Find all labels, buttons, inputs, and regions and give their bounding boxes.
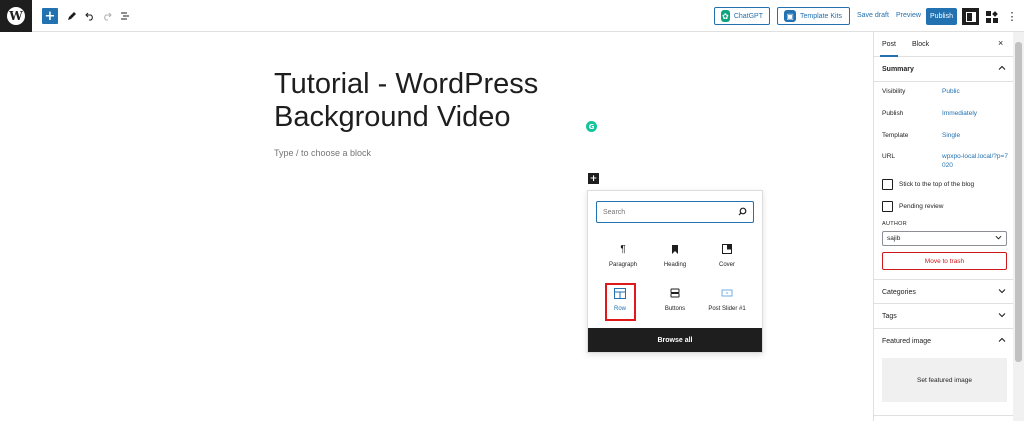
- block-label: Paragraph: [608, 262, 638, 268]
- sidebar-scrollbar[interactable]: [1013, 32, 1024, 421]
- wordpress-logo-icon: W: [7, 7, 25, 25]
- template-kits-icon: ▣: [784, 10, 796, 22]
- block-label: Post Slider #1: [708, 306, 746, 312]
- template-label: Template: [882, 132, 909, 139]
- tab-block[interactable]: Block: [912, 41, 929, 48]
- chevron-up-icon: [998, 336, 1006, 346]
- grammarly-icon[interactable]: G: [586, 121, 597, 132]
- preview-button[interactable]: Preview: [896, 12, 921, 19]
- search-placeholder: Search: [603, 208, 626, 216]
- editor-top-bar: W + ✿ ChatGPT ▣ Template Kits Save draft…: [0, 0, 1024, 32]
- sidebar-tabs: Post Block ×: [874, 32, 1014, 57]
- summary-title: Summary: [882, 66, 914, 73]
- search-icon: [738, 207, 747, 218]
- post-slider-icon: [721, 286, 733, 300]
- tags-panel-header[interactable]: Tags: [874, 304, 1014, 329]
- cover-icon: [722, 242, 732, 256]
- chevron-down-icon: [995, 234, 1002, 243]
- publish-label: Publish: [882, 110, 904, 117]
- publish-value[interactable]: Immediately: [942, 109, 977, 118]
- chevron-up-icon: [998, 64, 1006, 74]
- settings-sidebar: Post Block × Summary Visibility Public P…: [873, 32, 1014, 421]
- url-value[interactable]: wpxpo-local.local/?p=7020: [942, 152, 1010, 170]
- browse-all-button[interactable]: Browse all: [588, 328, 762, 352]
- buttons-icon: [670, 286, 680, 300]
- save-draft-button[interactable]: Save draft: [857, 12, 889, 19]
- block-label: Buttons: [664, 306, 686, 312]
- post-title[interactable]: Tutorial - WordPress Background Video: [274, 68, 594, 134]
- block-post-slider[interactable]: Post Slider #1: [701, 279, 753, 323]
- list-view-icon[interactable]: [117, 8, 133, 24]
- block-cover[interactable]: Cover: [701, 235, 753, 279]
- author-select[interactable]: sajib: [882, 231, 1007, 246]
- divider: [874, 415, 1014, 416]
- author-label: AUTHOR: [882, 221, 908, 227]
- chevron-down-icon: [998, 287, 1006, 297]
- template-kits-button[interactable]: ▣ Template Kits: [777, 7, 850, 25]
- paragraph-icon: ¶: [620, 243, 626, 255]
- featured-image-title: Featured image: [882, 338, 932, 345]
- chatgpt-button[interactable]: ✿ ChatGPT: [714, 7, 770, 25]
- sidebar-toggle-icon: [965, 11, 976, 22]
- visibility-value[interactable]: Public: [942, 87, 960, 96]
- pending-review-label: Pending review: [899, 203, 944, 210]
- add-block-button[interactable]: +: [42, 8, 58, 24]
- stick-to-top-checkbox[interactable]: [882, 179, 893, 190]
- wordpress-logo-button[interactable]: W: [0, 0, 32, 32]
- undo-icon[interactable]: [82, 8, 98, 24]
- block-buttons[interactable]: Buttons: [649, 279, 701, 323]
- close-icon[interactable]: ×: [998, 38, 1003, 48]
- plugin-menu-button[interactable]: [983, 8, 1000, 25]
- template-kits-label: Template Kits: [800, 12, 843, 20]
- heading-bookmark-icon: [671, 242, 679, 256]
- block-search-input[interactable]: Search: [596, 201, 754, 223]
- publish-button[interactable]: Publish: [926, 8, 957, 25]
- tab-post[interactable]: Post: [879, 41, 899, 57]
- categories-title: Categories: [882, 289, 916, 296]
- categories-panel-header[interactable]: Categories: [874, 279, 1014, 304]
- summary-panel-header[interactable]: Summary: [874, 57, 1014, 82]
- tools-pencil-icon[interactable]: [64, 8, 80, 24]
- author-value: sajib: [887, 235, 901, 242]
- tags-title: Tags: [882, 313, 897, 320]
- visibility-label: Visibility: [882, 88, 906, 95]
- set-featured-image-button[interactable]: Set featured image: [882, 358, 1007, 402]
- move-to-trash-button[interactable]: Move to trash: [882, 252, 1007, 270]
- block-label: Cover: [718, 262, 735, 268]
- more-options-icon[interactable]: ⋮: [1004, 8, 1020, 24]
- chatgpt-icon: ✿: [721, 10, 730, 22]
- url-label: URL: [882, 153, 896, 160]
- featured-image-panel-header[interactable]: Featured image: [874, 329, 1014, 354]
- stick-to-top-label: Stick to the top of the blog: [899, 181, 975, 188]
- chatgpt-label: ChatGPT: [733, 12, 763, 20]
- chevron-down-icon: [998, 311, 1006, 321]
- scrollbar-thumb[interactable]: [1015, 42, 1022, 362]
- pending-review-checkbox[interactable]: [882, 201, 893, 212]
- redo-icon[interactable]: [99, 8, 115, 24]
- block-paragraph[interactable]: ¶ Paragraph: [597, 235, 649, 279]
- inline-inserter-button[interactable]: +: [588, 173, 599, 184]
- template-value[interactable]: Single: [942, 131, 960, 140]
- block-label: Heading: [663, 262, 687, 268]
- row-block-highlight: [605, 283, 636, 321]
- block-heading[interactable]: Heading: [649, 235, 701, 279]
- plugin-blocks-icon: [985, 10, 998, 23]
- settings-panel-toggle[interactable]: [962, 8, 979, 25]
- block-inserter-popover: Search ¶ Paragraph Heading Cover Row But…: [587, 190, 763, 353]
- block-placeholder[interactable]: Type / to choose a block: [274, 148, 371, 158]
